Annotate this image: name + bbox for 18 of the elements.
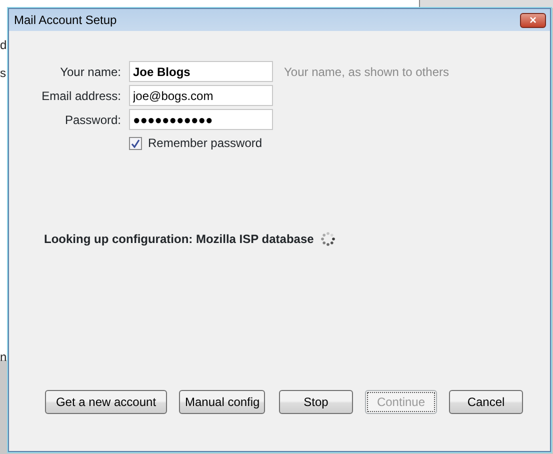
field-label: Email address: xyxy=(40,88,121,104)
hint-text: Your name, as shown to others xyxy=(283,64,450,80)
window-title: Mail Account Setup xyxy=(14,12,117,29)
dialog-button[interactable]: Manual config xyxy=(179,390,265,414)
field-label: Password: xyxy=(64,112,121,128)
checkbox-label: Remember password xyxy=(148,135,262,152)
dialog-button[interactable]: Get a new account xyxy=(45,390,167,414)
status-text: Looking up configuration: Mozilla ISP database xyxy=(44,231,314,248)
text-fragment: s xyxy=(0,65,6,82)
text-fragment: n xyxy=(0,349,7,366)
text-fragment: d xyxy=(0,37,7,54)
field-label: Your name: xyxy=(59,64,121,80)
dialog-button[interactable]: Stop xyxy=(279,390,353,414)
input-field[interactable]: joe@bogs.com xyxy=(129,85,273,106)
input-field[interactable]: Joe Blogs xyxy=(129,61,273,82)
dialog-button[interactable]: Cancel xyxy=(449,390,523,414)
checkbox[interactable] xyxy=(129,136,142,150)
password-field[interactable]: ●●●●●●●●●●● xyxy=(129,109,273,130)
